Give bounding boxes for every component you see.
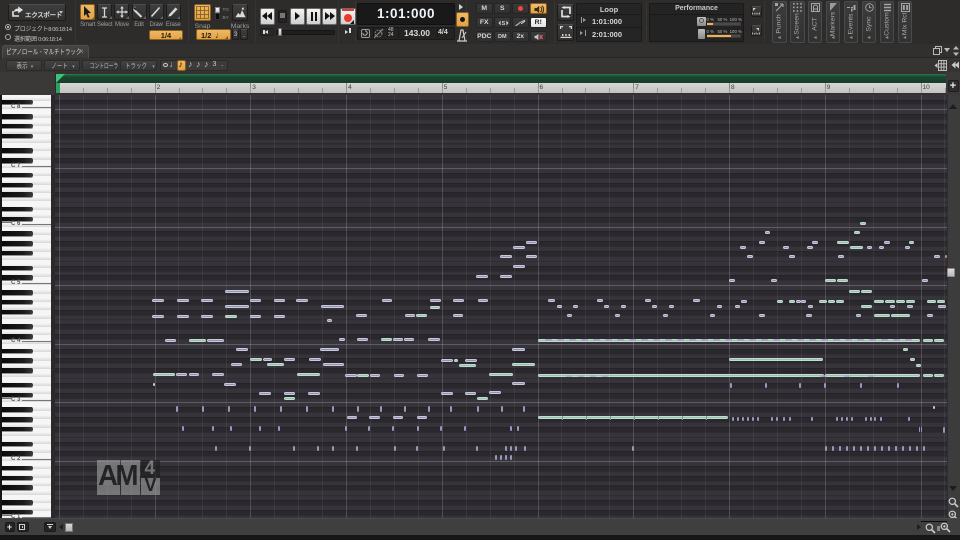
svg-text:S: S (501, 21, 505, 26)
